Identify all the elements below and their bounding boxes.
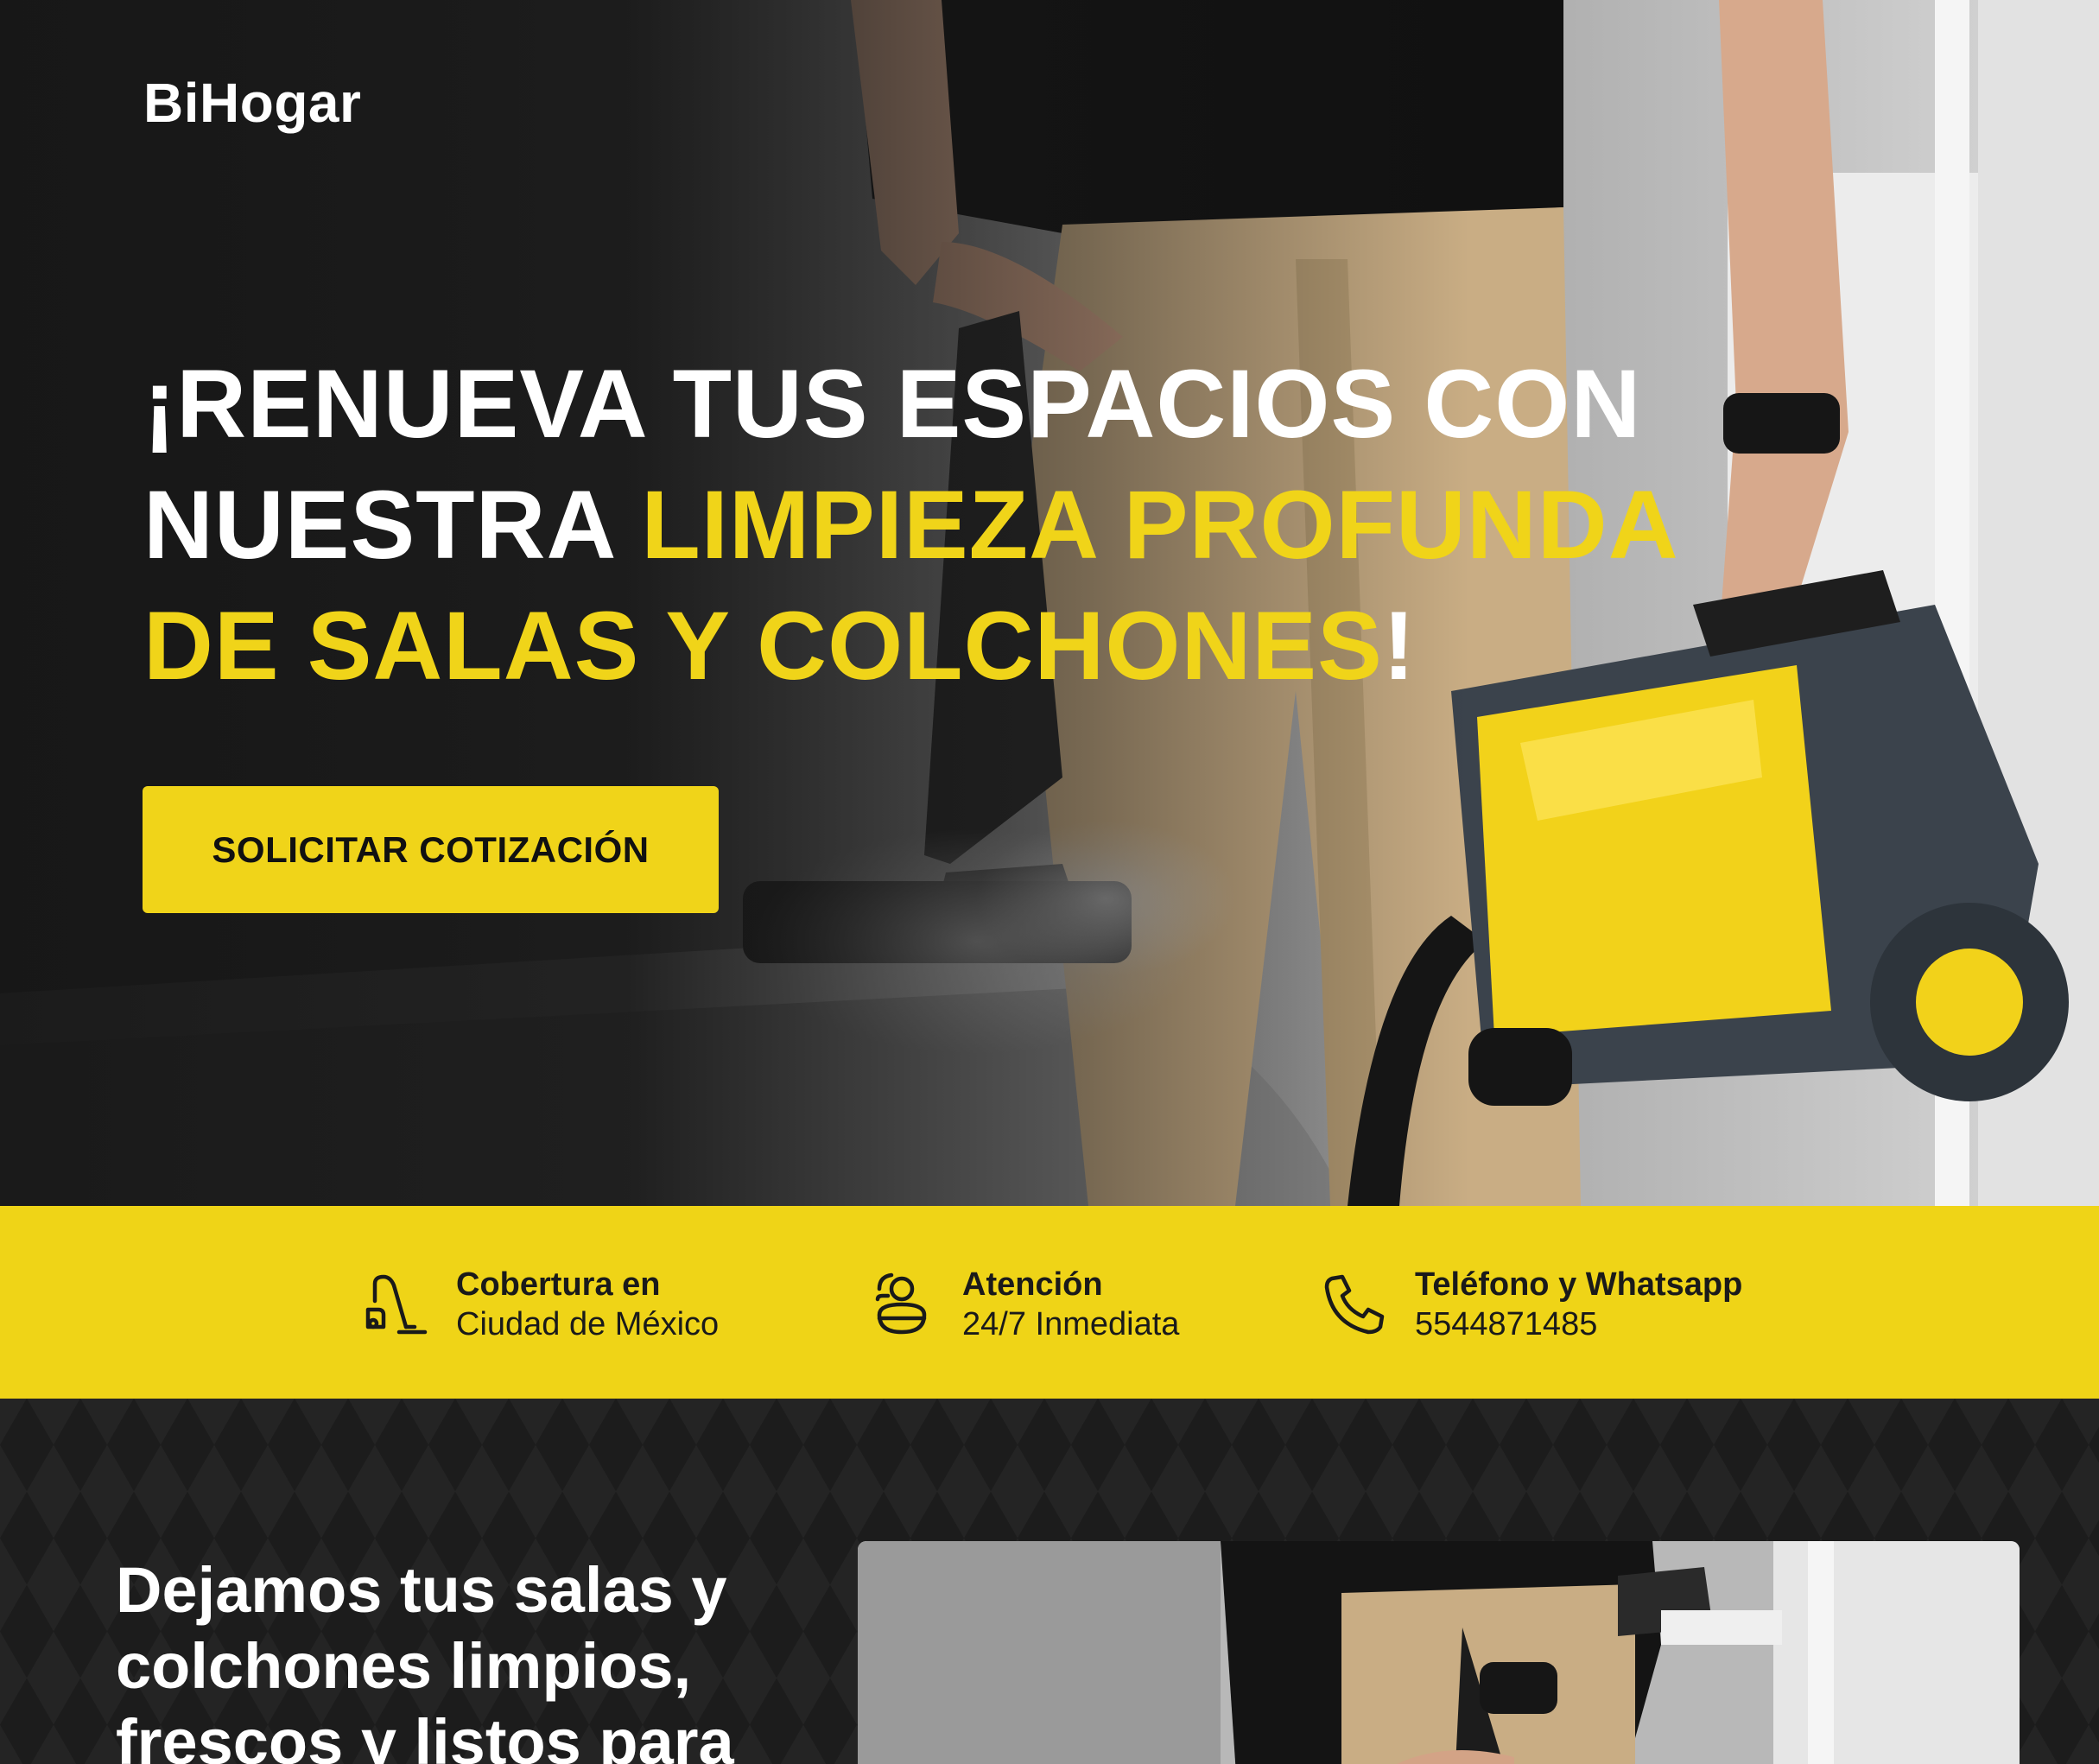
info-item-attention: Atención 24/7 Inmediata bbox=[867, 1263, 1179, 1346]
headline-part-end: ! bbox=[1382, 592, 1417, 700]
section-title: Dejamos tus salas y colchones limpios, f… bbox=[116, 1554, 734, 1764]
info-subtitle[interactable]: 5544871485 bbox=[1415, 1304, 1742, 1344]
hero-headline: ¡RENUEVA TUS ESPACIOS CON NUESTRA LIMPIE… bbox=[143, 344, 1785, 707]
info-subtitle: 24/7 Inmediata bbox=[962, 1306, 1180, 1342]
info-bar: Cobertura en Ciudad de México Atención 2… bbox=[0, 1206, 2099, 1399]
request-quote-button[interactable]: SOLICITAR COTIZACIÓN bbox=[143, 786, 719, 913]
vacuum-cleaner-icon bbox=[361, 1270, 430, 1339]
info-texts: Atención 24/7 Inmediata bbox=[962, 1265, 1179, 1344]
about-section: Dejamos tus salas y colchones limpios, f… bbox=[0, 1399, 2099, 1764]
info-item-phone[interactable]: Teléfono y Whatsapp 5544871485 bbox=[1320, 1263, 1742, 1346]
landing-page: BiHogar ¡RENUEVA TUS ESPACIOS CON NUESTR… bbox=[0, 0, 2099, 1764]
info-item-coverage: Cobertura en Ciudad de México bbox=[361, 1263, 719, 1346]
info-title: Teléfono y Whatsapp bbox=[1415, 1266, 1743, 1303]
info-title: Cobertura en bbox=[456, 1266, 661, 1303]
info-texts: Teléfono y Whatsapp 5544871485 bbox=[1415, 1265, 1742, 1344]
section-photo bbox=[858, 1541, 2020, 1764]
info-title: Atención bbox=[962, 1266, 1103, 1303]
info-texts: Cobertura en Ciudad de México bbox=[456, 1265, 719, 1344]
support-agent-icon bbox=[867, 1270, 936, 1339]
hero-section: BiHogar ¡RENUEVA TUS ESPACIOS CON NUESTR… bbox=[0, 0, 2099, 1206]
phone-icon bbox=[1320, 1270, 1389, 1339]
brand-logo[interactable]: BiHogar bbox=[143, 71, 361, 135]
info-subtitle: Ciudad de México bbox=[456, 1306, 720, 1342]
